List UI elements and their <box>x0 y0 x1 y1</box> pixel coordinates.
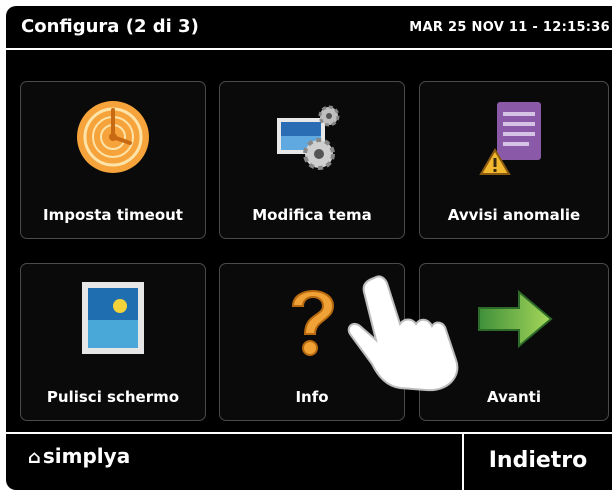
tile-avvisi-anomalie[interactable]: Avvisi anomalie <box>419 81 609 239</box>
tile-imposta-timeout[interactable]: Imposta timeout <box>20 81 206 239</box>
tile-label: Pulisci schermo <box>46 388 180 406</box>
header-bar: Configura (2 di 3) MAR 25 NOV 11 - 12:15… <box>6 6 612 48</box>
theme-gears-icon <box>277 105 340 170</box>
logo-mark-icon: ⌂ <box>28 447 41 468</box>
picture-frame-icon <box>82 282 144 354</box>
arrow-right-icon <box>478 289 553 349</box>
logo-text: simplya <box>42 444 131 468</box>
back-button-label: Indietro <box>488 448 588 473</box>
pointing-hand-icon <box>347 275 459 392</box>
datetime-display: MAR 25 NOV 11 - 12:15:36 <box>409 20 610 35</box>
warning-document-icon <box>479 102 541 175</box>
touch-screen: Configura (2 di 3) MAR 25 NOV 11 - 12:15… <box>6 6 612 490</box>
simplya-logo: ⌂ simplya <box>28 444 130 468</box>
tile-label: Modifica tema <box>252 206 372 224</box>
back-button[interactable]: Indietro <box>462 434 612 490</box>
tile-label: Imposta timeout <box>43 206 183 224</box>
tile-label: Avvisi anomalie <box>447 206 581 224</box>
tile-modifica-tema[interactable]: Modifica tema <box>219 81 405 239</box>
page-title: Configura (2 di 3) <box>21 16 199 37</box>
question-mark-icon <box>291 290 335 356</box>
clock-icon <box>77 101 149 173</box>
tile-pulisci-schermo[interactable]: Pulisci schermo <box>20 263 206 421</box>
header-divider <box>6 48 612 50</box>
